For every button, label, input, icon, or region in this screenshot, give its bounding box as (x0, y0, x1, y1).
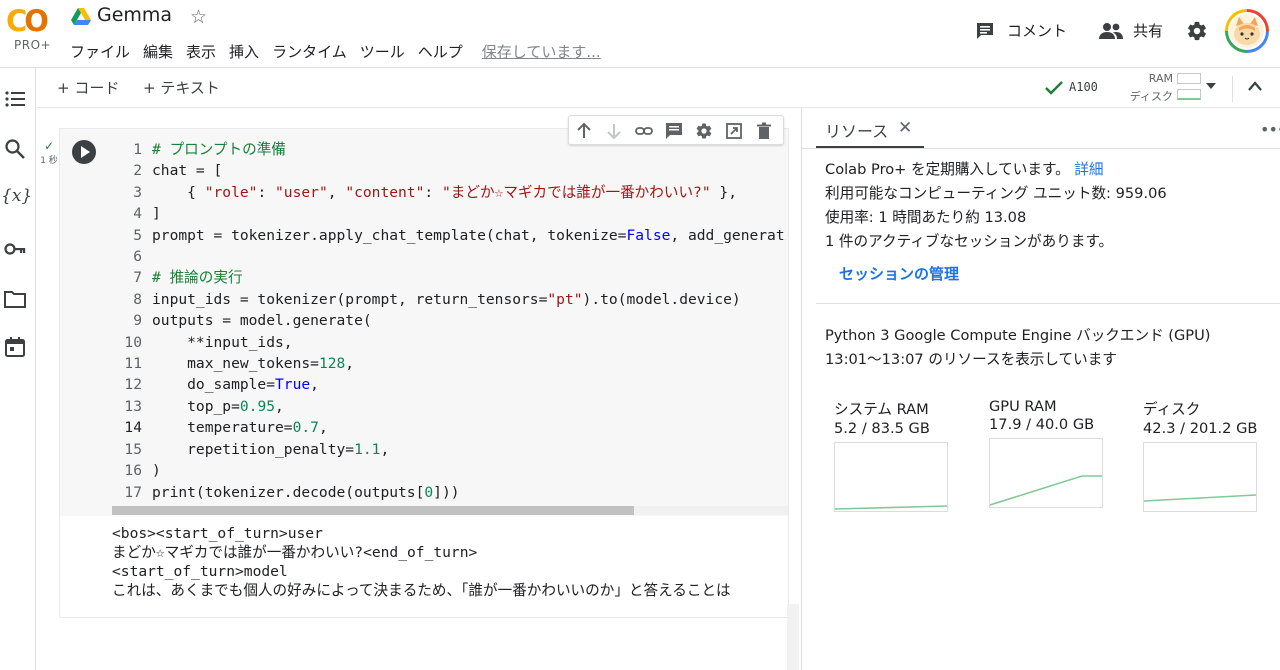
key-icon[interactable] (4, 238, 26, 260)
close-icon[interactable]: ✕ (898, 118, 912, 138)
comment-button[interactable]: コメント (975, 20, 1067, 41)
run-cell-button[interactable] (72, 140, 96, 164)
code-text[interactable]: 1 # プロンプトの準備 2 chat = [ 3 { "role": "user"… (112, 139, 786, 503)
usage-sparkline (834, 505, 948, 510)
active-sessions-line: 1 件のアクティブなセッションがあります。 (825, 233, 1114, 250)
manage-sessions-link[interactable]: セッションの管理 (839, 263, 959, 284)
share-label: 共有 (1133, 22, 1164, 40)
time-range-line: 13:01〜13:07 のリソースを表示しています (825, 351, 1117, 368)
output-line: <start_of_turn>model (112, 563, 288, 580)
notebook-title[interactable]: Gemma (97, 4, 172, 26)
add-code-button[interactable]: + コード (57, 77, 119, 98)
gauge-label: システム RAM (834, 401, 929, 418)
comment-icon[interactable] (665, 122, 683, 140)
panel-section-divider (816, 303, 1280, 304)
backend-line: Python 3 Google Compute Engine バックエンド (G… (825, 327, 1211, 344)
menu-bar: ファイル 編集 表示 挿入 ランタイム ツール ヘルプ 保存しています... (70, 41, 614, 62)
collapse-header-icon[interactable] (1247, 80, 1263, 92)
people-icon (1099, 22, 1123, 39)
output-line: まどか☆マギカでは誰が一番かわいい?<end_of_turn> (112, 544, 478, 561)
gauge-value: 17.9 / 40.0 GB (989, 416, 1095, 433)
output-line: これは、あくまでも個人の好みによって決まるため、「誰が一番かわいいのか」と答える… (112, 582, 731, 599)
code-horizontal-scrollbar[interactable] (112, 506, 788, 515)
code-cell[interactable]: 1 # プロンプトの準備 2 chat = [ 3 { "role": "user"… (59, 115, 789, 618)
usage-sparkline (989, 475, 1102, 506)
google-drive-icon[interactable] (71, 8, 91, 26)
exec-time: 1 秒 (40, 156, 58, 166)
toolbar-separator (1232, 76, 1233, 102)
table-of-contents-icon[interactable] (4, 88, 26, 110)
details-link[interactable]: 詳細 (1074, 161, 1103, 178)
ram-label: RAM (1148, 72, 1173, 85)
gauge-label: GPU RAM (989, 398, 1057, 415)
cell-output: <bos><start_of_turn>user まどか☆マギカでは誰が一番かわい… (112, 524, 788, 600)
gauge-value: 5.2 / 83.5 GB (834, 420, 930, 437)
gpu-ram-gauge: GPU RAM 17.9 / 40.0 GB (989, 398, 1109, 508)
ram-usage-bar[interactable] (1177, 73, 1201, 84)
cell-settings-gear-icon[interactable] (695, 122, 713, 140)
delete-icon[interactable] (755, 122, 773, 140)
usage-rate-line: 使用率: 1 時間あたり約 13.08 (825, 209, 1027, 226)
gauge-value: 42.3 / 201.2 GB (1143, 420, 1258, 437)
user-avatar[interactable] (1225, 9, 1269, 53)
pro-plus-label: PRO+ (14, 38, 52, 52)
save-status[interactable]: 保存しています... (482, 41, 601, 62)
cell-exec-status: ✓ 1 秒 (40, 139, 58, 166)
resources-dropdown-icon[interactable] (1205, 82, 1217, 90)
gauge-chart (989, 438, 1103, 508)
disk-label: ディスク (1129, 90, 1173, 103)
code-editor[interactable]: 1 # プロンプトの準備 2 chat = [ 3 { "role": "user"… (60, 129, 788, 516)
resources-tab[interactable]: リソース (825, 118, 888, 142)
link-icon[interactable] (635, 122, 653, 140)
runtime-type[interactable]: A100 (1069, 80, 1098, 94)
menu-edit[interactable]: 編集 (143, 41, 173, 62)
left-sidebar: {x} (0, 68, 36, 670)
disk-usage-bar[interactable] (1177, 89, 1201, 100)
search-icon[interactable] (4, 138, 26, 160)
gauge-label: ディスク (1143, 401, 1201, 418)
comment-label: コメント (1007, 22, 1068, 40)
variables-icon[interactable]: {x} (1, 186, 32, 208)
connected-check-icon (1045, 81, 1063, 95)
calendar-icon[interactable] (4, 336, 26, 358)
notebook-area: ✓ 1 秒 1 # プロンプトの準備 2 chat = [ 3 { "role": … (37, 108, 800, 670)
disk-gauge: ディスク 42.3 / 201.2 GB (1143, 398, 1263, 512)
menu-tools[interactable]: ツール (360, 41, 405, 62)
colab-logo[interactable]: CO PRO+ (6, 6, 56, 62)
panel-divider (802, 148, 1280, 149)
menu-help[interactable]: ヘルプ (418, 41, 463, 62)
cat-avatar-icon (1234, 17, 1260, 45)
gauge-chart (1143, 442, 1257, 512)
scrollbar-thumb[interactable] (112, 506, 634, 515)
move-up-icon[interactable] (575, 122, 593, 140)
menu-file[interactable]: ファイル (70, 41, 130, 62)
resources-panel: リソース ✕ ••• Colab Pro+ を定期購入しています。 詳細 利用可… (801, 108, 1280, 670)
open-in-tab-icon[interactable] (725, 122, 743, 140)
folder-icon[interactable] (4, 288, 26, 310)
gauge-chart (834, 442, 948, 512)
star-icon[interactable]: ☆ (190, 6, 207, 28)
output-line: <bos><start_of_turn>user (112, 525, 323, 542)
settings-gear-icon[interactable] (1186, 20, 1208, 42)
compute-units-line: 利用可能なコンピューティング ユニット数: 959.06 (825, 185, 1167, 202)
share-button[interactable]: 共有 (1099, 20, 1163, 41)
subscription-line: Colab Pro+ を定期購入しています。 詳細 (825, 161, 1104, 178)
system-ram-gauge: システム RAM 5.2 / 83.5 GB (834, 398, 954, 512)
move-down-icon[interactable] (605, 122, 623, 140)
comment-icon (977, 22, 993, 39)
menu-insert[interactable]: 挿入 (229, 41, 259, 62)
notebook-toolbar: + コード + テキスト A100 RAM ディスク (37, 68, 1280, 108)
exec-check-icon: ✓ (43, 139, 55, 153)
add-text-button[interactable]: + テキスト (143, 77, 220, 98)
notebook-vertical-scrollbar[interactable] (787, 604, 799, 670)
cell-toolbar (568, 115, 784, 145)
menu-view[interactable]: 表示 (186, 41, 216, 62)
more-options-icon[interactable]: ••• (1260, 120, 1280, 139)
usage-sparkline (1143, 494, 1257, 502)
menu-runtime[interactable]: ランタイム (272, 41, 347, 62)
app-header: CO PRO+ Gemma ☆ ファイル 編集 表示 挿入 ランタイム ツール … (0, 0, 1280, 68)
